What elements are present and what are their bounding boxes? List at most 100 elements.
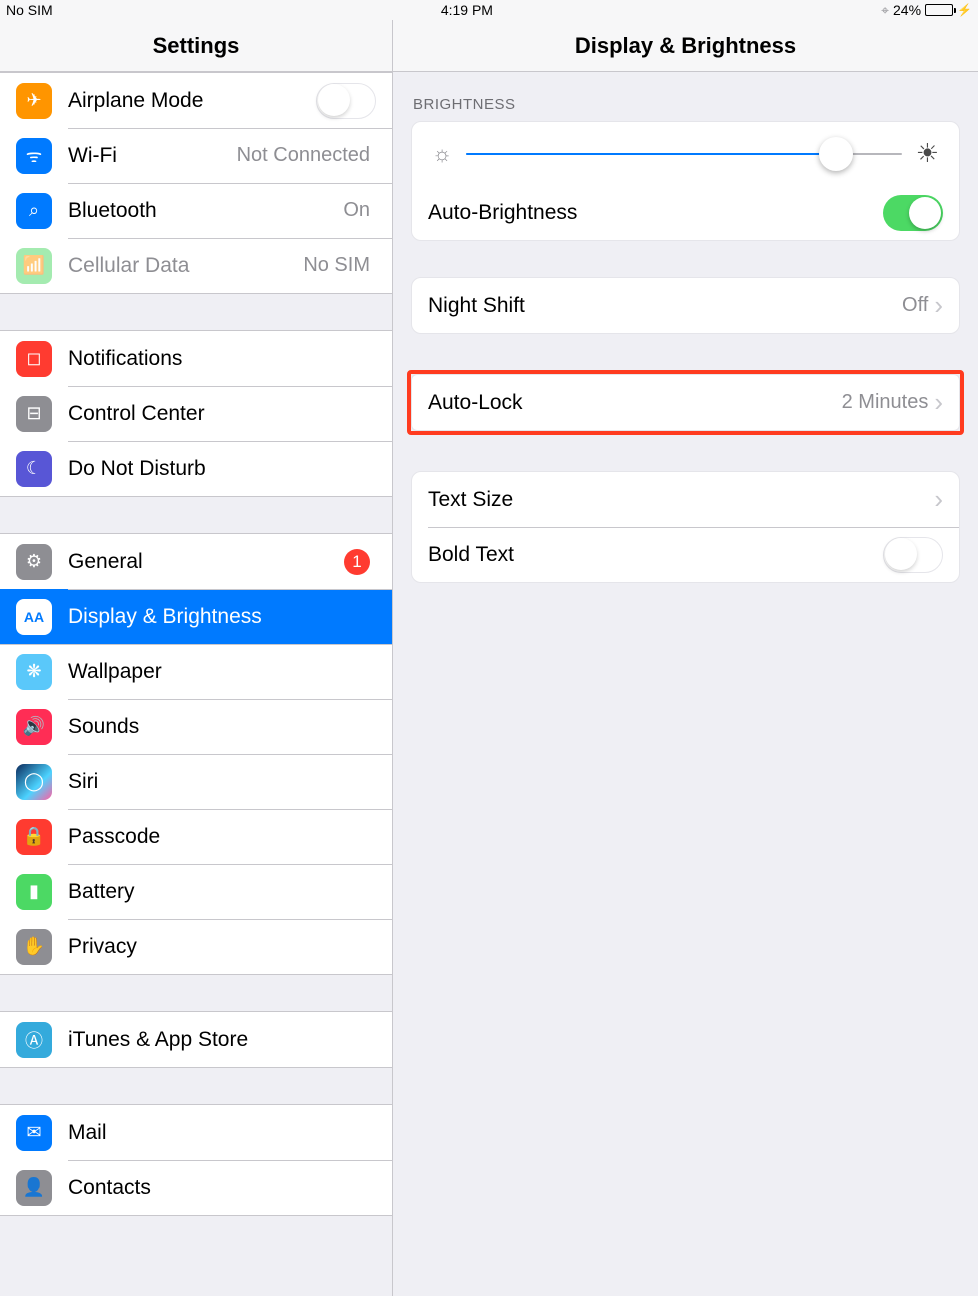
bluetooth-status-icon: ⌖ <box>881 2 889 19</box>
brightness-slider[interactable] <box>466 153 902 155</box>
sidebar-group: ⚙ General1 AA Display & Brightness ❋ Wallpape… <box>0 533 392 975</box>
sidebar-title: Settings <box>0 20 392 72</box>
sidebar-item-contacts[interactable]: 👤 Contacts <box>0 1160 392 1215</box>
battery-percent: 24% <box>893 2 921 18</box>
brightness-high-icon: ☀ <box>916 138 939 169</box>
night-shift-label: Night Shift <box>428 294 902 318</box>
sidebar-group: ⒶiTunes & App Store <box>0 1011 392 1068</box>
auto-lock-group: Auto-Lock 2 Minutes › <box>411 374 960 431</box>
sidebar-item-label: Bluetooth <box>68 199 343 223</box>
appstore-icon: Ⓐ <box>16 1022 52 1058</box>
auto-lock-label: Auto-Lock <box>428 391 842 415</box>
text-size-row[interactable]: Text Size › <box>412 472 959 527</box>
passcode-icon: 🔒 <box>16 819 52 855</box>
sidebar-item-label: Passcode <box>68 825 376 849</box>
sounds-icon: 🔊 <box>16 709 52 745</box>
battery-icon: ▮ <box>16 874 52 910</box>
auto-brightness-label: Auto-Brightness <box>428 201 883 225</box>
sidebar-item-label: Privacy <box>68 935 376 959</box>
sidebar-item-cellular-data[interactable]: 📶 Cellular DataNo SIM <box>0 238 392 293</box>
sidebar-item-label: Wi-Fi <box>68 144 237 168</box>
status-right: ⌖ 24% ⚡ <box>881 2 972 19</box>
sidebar-item-label: Battery <box>68 880 376 904</box>
sidebar-item-label: iTunes & App Store <box>68 1028 376 1052</box>
settings-sidebar: Settings ✈Airplane Mode ᯤ Wi-FiNot Connect… <box>0 20 393 1296</box>
display-brightness-icon: AA <box>16 599 52 635</box>
sidebar-group: ✈Airplane Mode ᯤ Wi-FiNot Connected ⌕ Blueto… <box>0 72 392 294</box>
bold-text-label: Bold Text <box>428 543 883 567</box>
brightness-header: BRIGHTNESS <box>393 72 978 121</box>
sidebar-item-battery[interactable]: ▮ Battery <box>0 864 392 919</box>
sidebar-item-label: Control Center <box>68 402 376 426</box>
auto-brightness-row: Auto-Brightness <box>412 185 959 240</box>
night-shift-group: Night Shift Off › <box>411 277 960 334</box>
chevron-right-icon: › <box>934 387 943 418</box>
sidebar-item-privacy[interactable]: ✋ Privacy <box>0 919 392 974</box>
detail-pane: Display & Brightness BRIGHTNESS ☼ ☀ Auto… <box>393 20 978 1296</box>
sidebar-list[interactable]: ✈Airplane Mode ᯤ Wi-FiNot Connected ⌕ Blueto… <box>0 72 392 1296</box>
sidebar-item-sounds[interactable]: 🔊 Sounds <box>0 699 392 754</box>
sidebar-item-airplane-mode: ✈Airplane Mode <box>0 73 392 128</box>
bold-text-row: Bold Text <box>412 527 959 582</box>
sidebar-item-label: Contacts <box>68 1176 376 1200</box>
sidebar-item-badge: 1 <box>344 549 370 575</box>
cellular-icon: 📶 <box>16 248 52 284</box>
siri-icon: ◯ <box>16 764 52 800</box>
notifications-icon: ◻ <box>16 341 52 377</box>
auto-brightness-switch[interactable] <box>883 195 943 231</box>
bold-text-switch[interactable] <box>883 537 943 573</box>
contacts-icon: 👤 <box>16 1170 52 1206</box>
sidebar-item-label: Siri <box>68 770 376 794</box>
sidebar-item-value: Not Connected <box>237 144 370 167</box>
wifi-icon: ᯤ <box>16 138 52 174</box>
night-shift-value: Off <box>902 294 928 317</box>
control-center-icon: ⊟ <box>16 396 52 432</box>
brightness-slider-row: ☼ ☀ <box>412 122 959 185</box>
sidebar-item-label: Airplane Mode <box>68 89 316 113</box>
gear-icon: ⚙ <box>16 544 52 580</box>
sidebar-item-notifications[interactable]: ◻ Notifications <box>0 331 392 386</box>
status-time: 4:19 PM <box>53 2 881 18</box>
battery-icon <box>925 4 953 16</box>
status-bar: No SIM 4:19 PM ⌖ 24% ⚡ <box>0 0 978 20</box>
sidebar-item-label: General <box>68 550 344 574</box>
wallpaper-icon: ❋ <box>16 654 52 690</box>
sidebar-item-wallpaper[interactable]: ❋ Wallpaper <box>0 644 392 699</box>
chevron-right-icon: › <box>934 290 943 321</box>
sidebar-item-itunes-app-store[interactable]: ⒶiTunes & App Store <box>0 1012 392 1067</box>
sidebar-item-mail[interactable]: ✉ Mail <box>0 1105 392 1160</box>
bluetooth-icon: ⌕ <box>16 193 52 229</box>
auto-lock-highlight: Auto-Lock 2 Minutes › <box>407 370 964 435</box>
mail-icon: ✉ <box>16 1115 52 1151</box>
sidebar-item-label: Display & Brightness <box>68 605 376 629</box>
sidebar-item-siri[interactable]: ◯ Siri <box>0 754 392 809</box>
sidebar-item-label: Notifications <box>68 347 376 371</box>
sidebar-item-bluetooth[interactable]: ⌕ BluetoothOn <box>0 183 392 238</box>
night-shift-row[interactable]: Night Shift Off › <box>412 278 959 333</box>
sidebar-item-value: On <box>343 199 370 222</box>
sidebar-item-wi-fi[interactable]: ᯤ Wi-FiNot Connected <box>0 128 392 183</box>
chevron-right-icon: › <box>934 484 943 515</box>
status-sim: No SIM <box>6 2 53 18</box>
sidebar-group: ◻ Notifications ⊟ Control Center ☾Do Not Dis… <box>0 330 392 497</box>
sidebar-item-switch[interactable] <box>316 83 376 119</box>
sidebar-group: ✉ Mail 👤 Contacts <box>0 1104 392 1216</box>
brightness-group: ☼ ☀ Auto-Brightness <box>411 121 960 241</box>
sidebar-item-control-center[interactable]: ⊟ Control Center <box>0 386 392 441</box>
dnd-moon-icon: ☾ <box>16 451 52 487</box>
brightness-low-icon: ☼ <box>432 141 452 167</box>
sidebar-item-label: Wallpaper <box>68 660 376 684</box>
text-size-label: Text Size <box>428 488 934 512</box>
sidebar-item-display-brightness[interactable]: AA Display & Brightness <box>0 589 392 644</box>
sidebar-item-passcode[interactable]: 🔒 Passcode <box>0 809 392 864</box>
text-group: Text Size › Bold Text <box>411 471 960 583</box>
sidebar-item-do-not-disturb[interactable]: ☾Do Not Disturb <box>0 441 392 496</box>
sidebar-item-label: Mail <box>68 1121 376 1145</box>
charging-icon: ⚡ <box>957 3 972 17</box>
sidebar-item-label: Cellular Data <box>68 254 303 278</box>
privacy-icon: ✋ <box>16 929 52 965</box>
sidebar-item-value: No SIM <box>303 254 370 277</box>
sidebar-item-general[interactable]: ⚙ General1 <box>0 534 392 589</box>
sidebar-item-label: Sounds <box>68 715 376 739</box>
auto-lock-row[interactable]: Auto-Lock 2 Minutes › <box>412 375 959 430</box>
